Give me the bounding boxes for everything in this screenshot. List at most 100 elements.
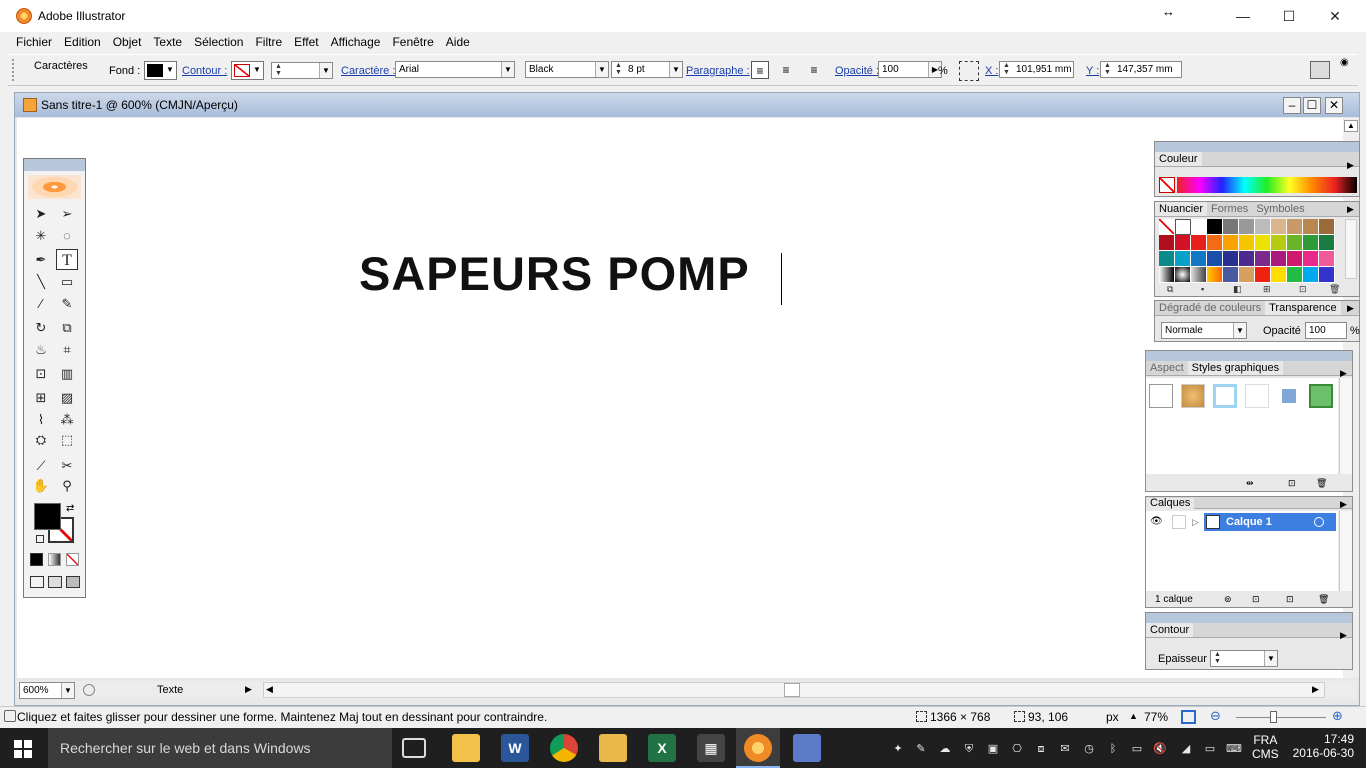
tray-icon-7[interactable]: ⧈ bbox=[1033, 741, 1049, 757]
doc-close-button[interactable]: ✕ bbox=[1325, 97, 1343, 114]
chevron-down-icon[interactable]: ▼ bbox=[319, 63, 332, 78]
style-white[interactable] bbox=[1245, 384, 1269, 408]
wifi-icon[interactable]: ◢ bbox=[1178, 741, 1194, 757]
display-icon[interactable]: ▭ bbox=[1202, 741, 1218, 757]
blend-mode-select[interactable]: Normale ▼ bbox=[1161, 322, 1247, 339]
stroke-label[interactable]: Contour : bbox=[182, 65, 227, 77]
menu-aide[interactable]: Aide bbox=[440, 33, 476, 51]
zoom-in-icon[interactable]: ⊕ bbox=[1332, 708, 1343, 724]
panel-grip[interactable] bbox=[1146, 613, 1352, 623]
battery-icon[interactable]: ▭ bbox=[1129, 741, 1145, 757]
control-bar-grip[interactable] bbox=[12, 59, 18, 81]
maximize-button[interactable]: ☐ bbox=[1266, 0, 1312, 32]
style-blue[interactable] bbox=[1277, 384, 1301, 408]
new-sublayer-icon[interactable]: ⊡ bbox=[1252, 594, 1260, 605]
expand-triangle-icon[interactable]: ▷ bbox=[1192, 517, 1199, 528]
fit-window-icon[interactable] bbox=[1181, 710, 1196, 724]
menu-fichier[interactable]: Fichier bbox=[10, 33, 58, 51]
delete-swatch-icon[interactable]: 🗑 bbox=[1329, 284, 1340, 295]
none-mode-icon[interactable] bbox=[66, 553, 79, 566]
tab-transparence[interactable]: Transparence bbox=[1265, 301, 1341, 315]
slice-tool-icon[interactable]: ⟋ bbox=[30, 455, 52, 476]
new-swatch-icon[interactable]: ⊡ bbox=[1299, 284, 1307, 295]
text-object[interactable]: SAPEURS POMP bbox=[359, 246, 750, 301]
tab-nuancier[interactable]: Nuancier bbox=[1155, 202, 1208, 216]
scroll-thumb[interactable] bbox=[784, 683, 800, 697]
tray-icon-5[interactable]: ▣ bbox=[985, 741, 1001, 757]
reference-point-icon[interactable] bbox=[959, 61, 979, 81]
zoom-out-icon[interactable]: ⊖ bbox=[1210, 708, 1221, 724]
tray-icon-4[interactable]: ⛨ bbox=[961, 741, 977, 757]
transparency-opacity-field[interactable]: 100 bbox=[1305, 322, 1347, 339]
color-spectrum-ramp[interactable] bbox=[1177, 177, 1357, 193]
panel-menu-icon[interactable]: ▶ bbox=[1340, 630, 1347, 641]
doc-minimize-button[interactable]: – bbox=[1283, 97, 1301, 114]
selection-tool-icon[interactable]: ➤ bbox=[30, 203, 52, 224]
tab-aspect[interactable]: Aspect bbox=[1146, 361, 1188, 375]
opacity-field[interactable]: 100 ▶ bbox=[878, 61, 942, 78]
menu-filtre[interactable]: Filtre bbox=[249, 33, 288, 51]
fill-swatch-dropdown[interactable]: ▼ bbox=[144, 61, 177, 80]
mail-tray-icon[interactable]: ✉ bbox=[1057, 741, 1073, 757]
zoom-slider-track[interactable] bbox=[1236, 717, 1326, 718]
onedrive-icon[interactable]: ☁ bbox=[937, 741, 953, 757]
zoom-slider-thumb[interactable] bbox=[1270, 711, 1277, 723]
y-label[interactable]: Y : bbox=[1086, 65, 1099, 77]
eye-icon[interactable]: 👁 bbox=[1150, 516, 1163, 527]
unit-chevron-up-icon[interactable]: ▲ bbox=[1129, 711, 1138, 721]
blend-tool-icon[interactable]: ⁂ bbox=[56, 409, 78, 430]
pencil-tool-icon[interactable]: ✎ bbox=[56, 293, 78, 314]
acrobat-tray-icon[interactable]: ⎔ bbox=[1009, 741, 1025, 757]
tab-degrade[interactable]: Dégradé de couleurs bbox=[1155, 301, 1265, 315]
gradient-tool-icon[interactable]: ▨ bbox=[56, 387, 78, 408]
scale-tool-icon[interactable]: ⧉ bbox=[56, 317, 78, 338]
eyedropper-tool-icon[interactable]: ⌇ bbox=[30, 409, 52, 430]
font-style-select[interactable]: Black ▼ bbox=[525, 61, 609, 78]
tab-formes[interactable]: Formes bbox=[1207, 202, 1252, 216]
panel-grip[interactable] bbox=[1146, 351, 1352, 361]
taskbar-clock[interactable]: 17:49 2016-06-30 bbox=[1290, 732, 1354, 760]
target-icon[interactable] bbox=[1314, 517, 1324, 527]
close-button[interactable]: ✕ bbox=[1312, 0, 1358, 32]
align-left-icon[interactable]: ≡ bbox=[751, 61, 769, 79]
free-transform-tool-icon[interactable]: ⌗ bbox=[56, 339, 78, 360]
show-colors-icon[interactable]: ▪ bbox=[1201, 284, 1204, 294]
line-tool-icon[interactable]: ╲ bbox=[30, 271, 52, 292]
make-clipping-mask-icon[interactable]: ⊚ bbox=[1224, 594, 1232, 605]
style-green[interactable] bbox=[1309, 384, 1333, 408]
show-gradients-icon[interactable]: ◧ bbox=[1233, 284, 1242, 295]
stepper-icon[interactable]: ▲ ▼ bbox=[1102, 62, 1113, 77]
layers-scrollbar[interactable] bbox=[1339, 511, 1352, 591]
font-family-select[interactable]: Arial ▼ bbox=[395, 61, 515, 78]
menu-selection[interactable]: Sélection bbox=[188, 33, 249, 51]
stroke-weight-field[interactable]: ▲ ▼ ▼ bbox=[271, 62, 333, 79]
tray-icon-2[interactable]: ✎ bbox=[913, 741, 929, 757]
horizontal-scrollbar[interactable]: ◀ ▶ bbox=[263, 682, 1325, 698]
align-center-icon[interactable]: ≡ bbox=[777, 61, 795, 79]
screen-mode-full-menu-icon[interactable] bbox=[48, 576, 62, 588]
tab-contour[interactable]: Contour bbox=[1146, 623, 1194, 637]
style-default[interactable] bbox=[1149, 384, 1173, 408]
panel-menu-icon[interactable]: ▶ bbox=[1340, 499, 1347, 510]
menu-objet[interactable]: Objet bbox=[107, 33, 148, 51]
bluetooth-icon[interactable]: ᛒ bbox=[1105, 741, 1121, 757]
panel-menu-icon[interactable]: ▶ bbox=[1347, 303, 1354, 314]
layer-highlight[interactable]: Calque 1 bbox=[1204, 513, 1336, 531]
clock-tray-icon[interactable]: ◷ bbox=[1081, 741, 1097, 757]
scroll-right-icon[interactable]: ▶ bbox=[1312, 684, 1319, 695]
scroll-left-icon[interactable]: ◀ bbox=[266, 684, 273, 695]
excel-icon[interactable]: X bbox=[648, 734, 676, 762]
menu-edition[interactable]: Edition bbox=[58, 33, 107, 51]
pen-tool-icon[interactable]: ✒ bbox=[30, 249, 52, 270]
calculator-icon[interactable]: ▦ bbox=[697, 734, 725, 762]
control-bar-menu-icon[interactable]: ◉ bbox=[1340, 57, 1349, 68]
chrome-icon[interactable] bbox=[550, 734, 578, 762]
live-paint-selection-tool-icon[interactable]: ⬚ bbox=[56, 429, 78, 450]
tab-styles-graphiques[interactable]: Styles graphiques bbox=[1187, 361, 1284, 375]
word-icon[interactable]: W bbox=[501, 734, 529, 762]
swatches-scrollbar[interactable] bbox=[1345, 219, 1357, 279]
scissors-tool-icon[interactable]: ✂ bbox=[56, 455, 78, 476]
panel-grip[interactable] bbox=[1155, 142, 1359, 152]
swap-colors-icon[interactable]: ⇄ bbox=[66, 503, 74, 514]
live-paint-tool-icon[interactable]: ⛭ bbox=[30, 429, 52, 450]
